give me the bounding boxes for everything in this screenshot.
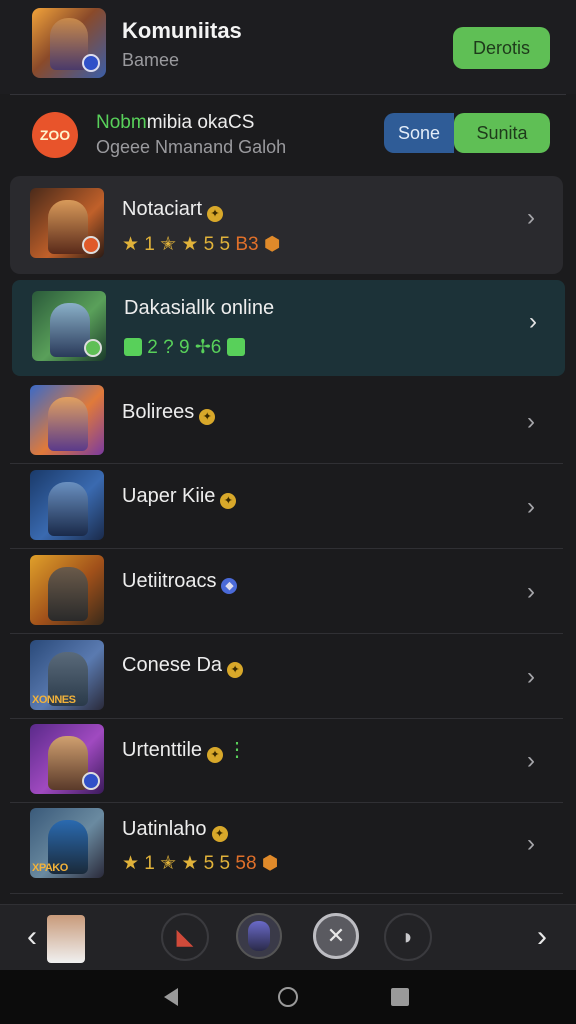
game-thumbnail [30, 385, 104, 455]
rating-tail: 58 [235, 853, 257, 874]
rating-stars: ★ 1 ✭ ★ 5 5 [122, 853, 231, 874]
promo-banner[interactable]: ZOO Nobmmibia okaCS Ogeee Nmanand Galoh … [0, 96, 576, 172]
chevron-right-icon: › [527, 493, 535, 520]
list-item-title: Urtenttile ✦ ⋮ [122, 737, 247, 763]
check-icon [226, 338, 245, 356]
header: Komuniitas Bamee Derotis [0, 0, 576, 94]
chevron-right-icon: › [527, 578, 535, 605]
shield-icon: ◆ [221, 578, 238, 594]
game-thumbnail [32, 291, 106, 361]
close-circle-icon[interactable]: ✕ [313, 913, 359, 959]
speaker-icon[interactable]: ◗ [384, 913, 432, 961]
rating-tail: B3 [235, 234, 259, 255]
chevron-right-icon: › [529, 308, 537, 335]
list-item-title: Notaciart ✦ [122, 198, 224, 222]
back-icon[interactable] [164, 988, 178, 1006]
hero-figure-icon [48, 397, 88, 451]
gem-icon: ⬢ [261, 853, 279, 874]
promo-title-accent: Nobm [96, 112, 147, 133]
list-item-title: Uatinlaho ✦ [122, 818, 228, 842]
hero-avatar[interactable] [236, 913, 282, 959]
rating-stars: ★ 1 ✭ ★ 5 5 [122, 234, 231, 255]
game-logo-text: XPAKO [32, 862, 68, 874]
recent-apps-icon[interactable] [391, 988, 409, 1006]
home-icon[interactable] [278, 987, 298, 1007]
badge-icon [84, 339, 102, 357]
list-item-title: Dakasiallk online [124, 297, 275, 319]
list-item[interactable]: Uetiitroacs ◆ › [10, 550, 563, 634]
community-avatar[interactable] [32, 8, 106, 78]
game-thumbnail [30, 470, 104, 540]
profile-avatar[interactable] [47, 915, 85, 963]
list-item-title: Uetiitroacs ◆ [122, 570, 238, 594]
game-thumbnail: XONNES [30, 640, 104, 710]
list-item-rating: ★ 1 ✭ ★ 5 5 58 ⬢ [122, 852, 278, 875]
list-item[interactable]: XONNES Conese Da ✦ › [10, 635, 563, 719]
chevron-right-icon: › [527, 663, 535, 690]
info-icon: ⋮ [227, 739, 248, 761]
list-item-rating: ★ 1 ✭ ★ 5 5 B3 ⬢ [122, 233, 281, 256]
bottom-toolbar: ‹ ◣ ✕ ◗ › [0, 904, 576, 970]
hero-figure-icon [48, 482, 88, 536]
segment-right-button[interactable]: Sunita [454, 113, 550, 153]
list-item[interactable]: XPAKO Uatinlaho ✦ ★ 1 ✭ ★ 5 5 58 ⬢ › [10, 804, 563, 894]
chevron-left-icon[interactable]: ‹ [20, 920, 44, 953]
verified-badge-icon [82, 54, 100, 72]
header-action-button[interactable]: Derotis [453, 27, 550, 69]
game-thumbnail [30, 724, 104, 794]
list-item[interactable]: Notaciart ✦ ★ 1 ✭ ★ 5 5 B3 ⬢ › [10, 176, 563, 274]
game-thumbnail: XPAKO [30, 808, 104, 878]
list-item-title-text: Uetiitroacs [122, 570, 217, 592]
chevron-right-icon: › [527, 204, 535, 231]
segmented-control: Sone Sunita [384, 113, 550, 153]
page-subtitle: Bamee [122, 50, 180, 70]
medal-icon: ✦ [211, 826, 228, 842]
list-item[interactable]: Dakasiallk online 2 ? 9 ✢6 › [12, 280, 565, 376]
list-item-title: Bolirees ✦ [122, 401, 216, 425]
chevron-right-icon: › [527, 747, 535, 774]
gem-icon: ⬢ [263, 234, 281, 255]
chevron-right-icon: › [527, 830, 535, 857]
chevron-right-icon[interactable]: › [530, 920, 554, 953]
list-item-title-text: Notaciart [122, 198, 203, 220]
medal-icon: ✦ [207, 206, 224, 222]
hero-figure-icon [48, 567, 88, 621]
medal-icon: ✦ [220, 493, 237, 509]
list-item-status: 2 ? 9 ✢6 [124, 336, 245, 359]
badge-icon [82, 236, 100, 254]
promo-title: Nobmmibia okaCS [96, 112, 254, 134]
list-item-title-text: Conese Da [122, 654, 223, 676]
medal-icon: ✦ [207, 747, 224, 763]
promo-logo: ZOO [32, 112, 78, 158]
status-text: 2 ? 9 ✢6 [147, 337, 222, 358]
promo-subtitle: Ogeee Nmanand Galoh [96, 137, 287, 157]
megaphone-icon[interactable]: ◣ [161, 913, 209, 961]
promo-title-rest: mibia okaCS [146, 112, 255, 133]
game-logo-text: XONNES [32, 694, 76, 706]
chevron-right-icon: › [527, 408, 535, 435]
play-icon [124, 338, 142, 356]
page-title: Komuniitas [122, 18, 242, 43]
game-thumbnail [30, 555, 104, 625]
list-item-title-text: Bolirees [122, 401, 195, 423]
list-item-title-text: Urtenttile [122, 739, 203, 761]
divider [10, 94, 566, 95]
hero-figure-icon [248, 921, 270, 951]
game-thumbnail [30, 188, 104, 258]
list-item-title-text: Uaper Kiie [122, 485, 216, 507]
list-item[interactable]: Bolirees ✦ › [10, 380, 563, 464]
medal-icon: ✦ [199, 409, 216, 425]
list-item[interactable]: Urtenttile ✦ ⋮ › [10, 719, 563, 803]
list-item-title-text: Uatinlaho [122, 818, 207, 840]
list-item-title: Uaper Kiie ✦ [122, 485, 237, 509]
segment-left-button[interactable]: Sone [384, 113, 454, 153]
medal-icon: ✦ [227, 662, 244, 678]
list-item[interactable]: Uaper Kiie ✦ › [10, 465, 563, 549]
badge-icon [82, 772, 100, 790]
list-item-title: Conese Da ✦ [122, 654, 244, 678]
